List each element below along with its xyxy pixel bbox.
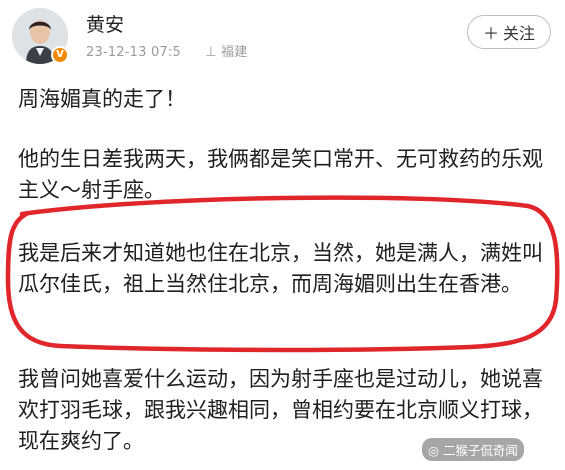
post-meta: 23-12-13 07:5 ⊥ 福建 — [86, 41, 248, 60]
timestamp: 23-12-13 07:5 — [86, 45, 181, 60]
watermark: ◎ 二猴子侃奇闻 — [422, 438, 524, 461]
watermark-text: 二猴子侃奇闻 — [442, 443, 518, 458]
username[interactable]: 黄安 — [86, 10, 124, 37]
location: 福建 — [221, 45, 248, 60]
verified-badge-icon: V — [51, 46, 69, 64]
location-icon: ⊥ — [205, 45, 217, 60]
watermark-icon: ◎ — [428, 443, 443, 458]
follow-button[interactable]: ＋ 关注 — [467, 15, 551, 49]
post-header: V 黄安 23-12-13 07:5 ⊥ 福建 ＋ 关注 — [0, 0, 565, 70]
post-paragraph: 周海媚真的走了！ — [18, 87, 186, 111]
post-paragraph-highlighted: 我是后来才知道她也住在北京，当然，她是满人，满姓叫瓜尔佳氏，祖上当然住北京，而周… — [18, 241, 543, 296]
follow-label: 关注 — [503, 24, 536, 43]
plus-icon: ＋ — [482, 24, 499, 43]
post-paragraph: 他的生日差我两天，我俩都是笑口常开、无可救药的乐观主义～射手座。 — [18, 147, 543, 202]
